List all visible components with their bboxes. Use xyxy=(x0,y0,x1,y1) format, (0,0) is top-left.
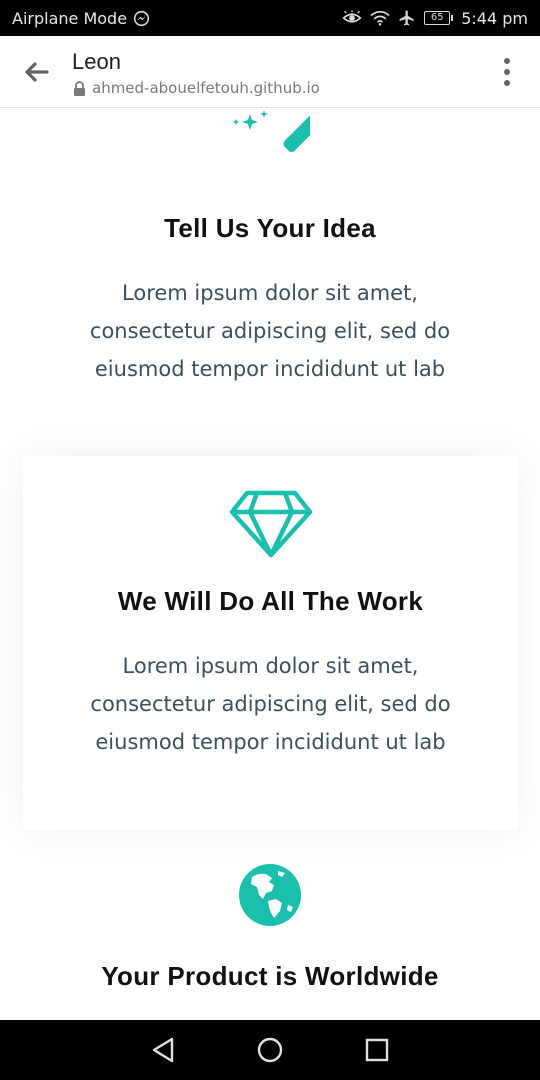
back-button[interactable] xyxy=(20,58,52,86)
feature-text: Lorem ipsum dolor sit amet, consectetur … xyxy=(90,654,451,754)
battery-level: 65 xyxy=(424,11,451,25)
nav-back-button[interactable] xyxy=(143,1030,183,1070)
nav-home-button[interactable] xyxy=(250,1030,290,1070)
feature-text: Lorem ipsum dolor sit amet, consectetur … xyxy=(89,281,451,381)
triangle-back-icon xyxy=(153,1037,174,1063)
wifi-icon xyxy=(370,10,390,26)
airplane-icon xyxy=(398,9,416,27)
circle-home-icon xyxy=(257,1037,283,1063)
feature-worldwide: Your Product is Worldwide xyxy=(0,863,540,992)
feature-title: We Will Do All The Work xyxy=(117,586,424,616)
lock-icon xyxy=(74,80,85,96)
feature-title: Your Product is Worldwide xyxy=(101,961,439,991)
clock: 5:44 pm xyxy=(461,8,528,28)
airplane-mode-label: Airplane Mode xyxy=(12,8,128,28)
url-bar[interactable]: ahmed-abouelfetouh.github.io xyxy=(73,79,320,97)
square-recents-icon xyxy=(365,1038,388,1062)
eye-icon xyxy=(342,10,362,26)
diamond-icon xyxy=(229,490,312,558)
nav-recents-button[interactable] xyxy=(357,1030,397,1070)
feature-card-work: We Will Do All The Work Lorem ipsum dolo… xyxy=(23,456,518,830)
messenger-icon xyxy=(133,10,150,27)
feature-title: Tell Us Your Idea xyxy=(164,213,376,243)
status-left: Airplane Mode xyxy=(12,9,150,28)
browser-toolbar: Leon ahmed-abouelfetouh.github.io xyxy=(0,36,540,108)
arrow-left-icon xyxy=(25,62,49,82)
page-content[interactable]: Tell Us Your Idea Lorem ipsum dolor sit … xyxy=(0,109,540,1020)
url-text: ahmed-abouelfetouh.github.io xyxy=(92,79,320,97)
feature-idea: Tell Us Your Idea Lorem ipsum dolor sit … xyxy=(0,109,540,388)
status-right: 65 5:44 pm xyxy=(342,9,528,28)
battery-icon: 65 xyxy=(424,11,454,25)
page-title: Leon xyxy=(72,49,121,74)
status-bar: Airplane Mode 65 5:44 pm xyxy=(0,0,540,36)
globe-icon xyxy=(239,864,301,926)
system-nav-bar xyxy=(0,1020,540,1080)
overflow-menu-button[interactable] xyxy=(502,58,512,86)
magic-wand-icon xyxy=(233,109,310,152)
